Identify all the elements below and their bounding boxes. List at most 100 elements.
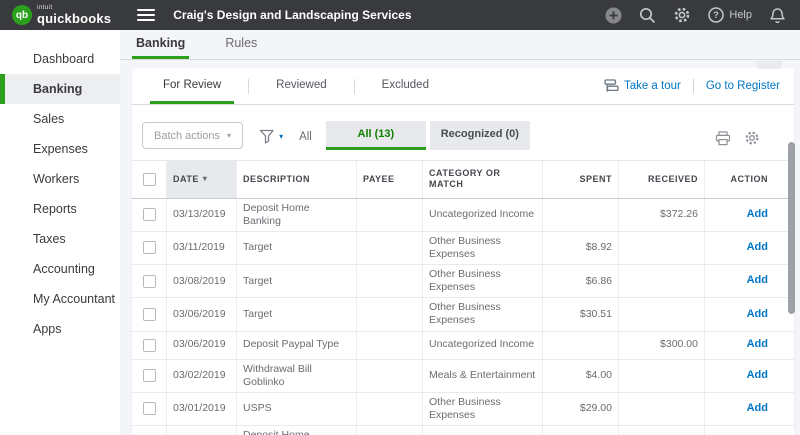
- take-a-tour-link[interactable]: Take a tour: [604, 79, 681, 93]
- row-action-cell: Add: [704, 198, 794, 231]
- row-received: $372.26: [618, 198, 704, 231]
- table-row[interactable]: 03/08/2019 Target Other Business Expense…: [132, 265, 794, 299]
- table-row[interactable]: 03/11/2019 Target Other Business Expense…: [132, 231, 794, 265]
- row-add-link[interactable]: Add: [747, 402, 768, 416]
- row-checkbox[interactable]: [142, 274, 156, 288]
- header-date[interactable]: DATE ▾: [166, 161, 236, 198]
- qb-logo-icon: qb: [12, 5, 32, 25]
- tour-signpost-icon: [604, 79, 619, 92]
- go-to-register-label: Go to Register: [705, 80, 780, 92]
- quickbooks-wordmark: quickbooks: [37, 11, 112, 26]
- tab-rules[interactable]: Rules: [221, 30, 261, 59]
- sidebar-item-my-accountant[interactable]: My Accountant: [0, 284, 120, 314]
- tab-all[interactable]: All (13): [325, 121, 426, 150]
- row-payee: [356, 359, 422, 392]
- sidebar-item-sales[interactable]: Sales: [0, 104, 120, 134]
- printer-icon: [715, 130, 731, 145]
- company-name: Craig's Design and Landscaping Services: [173, 8, 412, 22]
- table-row[interactable]: 03/06/2019 Deposit Paypal Type Uncategor…: [132, 331, 794, 360]
- row-checkbox[interactable]: [142, 369, 156, 383]
- sidebar-item-label: My Accountant: [33, 292, 115, 306]
- sidebar-item-expenses[interactable]: Expenses: [0, 134, 120, 164]
- table-row[interactable]: 03/01/2019 Deposit Home Banking Uncatego…: [132, 426, 794, 435]
- tab-reviewed[interactable]: Reviewed: [263, 68, 340, 104]
- main-content: Banking Rules For Review Reviewed Exclud…: [120, 30, 800, 435]
- tab-divider: [353, 78, 355, 94]
- filter-scope-label: All: [299, 131, 312, 143]
- row-action-cell: Add: [704, 426, 794, 435]
- row-add-link[interactable]: Add: [747, 369, 768, 383]
- filter-chevron-down-icon: ▾: [279, 131, 284, 141]
- tab-recognized[interactable]: Recognized (0): [429, 121, 530, 150]
- row-received: $300.00: [618, 331, 704, 359]
- row-received: [618, 392, 704, 425]
- sidebar-item-workers[interactable]: Workers: [0, 164, 120, 194]
- row-payee: [356, 426, 422, 435]
- sidebar-item-label: Apps: [33, 322, 62, 336]
- row-date: 03/01/2019: [166, 392, 236, 425]
- batch-actions-button[interactable]: Batch actions ▾: [142, 122, 244, 149]
- sidebar-item-apps[interactable]: Apps: [0, 314, 120, 344]
- row-description: Target: [236, 298, 356, 331]
- take-a-tour-label: Take a tour: [623, 80, 681, 92]
- sidebar-item-label: Dashboard: [33, 52, 95, 66]
- filter-button[interactable]: ▾: [259, 129, 283, 144]
- print-button[interactable]: [715, 130, 731, 146]
- tab-for-review[interactable]: For Review: [150, 68, 235, 104]
- sidebar-item-accounting[interactable]: Accounting: [0, 254, 120, 284]
- row-description: USPS: [236, 392, 356, 425]
- row-spent: [542, 331, 618, 359]
- help-button[interactable]: ? Help: [708, 7, 752, 23]
- tab-excluded[interactable]: Excluded: [369, 68, 442, 104]
- row-category: Uncategorized Income: [422, 198, 542, 231]
- row-action-cell: Add: [704, 231, 794, 264]
- row-add-link[interactable]: Add: [747, 308, 768, 322]
- svg-text:?: ?: [714, 10, 720, 20]
- help-label: Help: [729, 9, 752, 21]
- vertical-scrollbar-thumb[interactable]: [788, 142, 795, 314]
- row-checkbox[interactable]: [142, 338, 156, 352]
- row-category: Other Business Expenses: [422, 231, 542, 264]
- table-settings-button[interactable]: [744, 130, 760, 146]
- select-all-checkbox[interactable]: [142, 172, 156, 186]
- row-date: 03/08/2019: [166, 265, 236, 298]
- go-to-register-link[interactable]: Go to Register: [706, 80, 780, 92]
- row-description: Target: [236, 265, 356, 298]
- row-add-link[interactable]: Add: [747, 338, 768, 352]
- table-row[interactable]: 03/13/2019 Deposit Home Banking Uncatego…: [132, 198, 794, 232]
- table-header-row: DATE ▾ DESCRIPTION PAYEE CATEGORY OR MAT…: [132, 161, 794, 199]
- row-date: 03/13/2019: [166, 198, 236, 231]
- row-payee: [356, 298, 422, 331]
- row-checkbox[interactable]: [142, 208, 156, 222]
- row-checkbox[interactable]: [142, 307, 156, 321]
- tab-banking[interactable]: Banking: [132, 30, 190, 59]
- sidebar-item-banking[interactable]: Banking: [0, 74, 120, 104]
- row-received: $5.00: [618, 426, 704, 435]
- transactions-table: DATE ▾ DESCRIPTION PAYEE CATEGORY OR MAT…: [132, 160, 794, 435]
- row-add-link[interactable]: Add: [747, 274, 768, 288]
- row-add-link[interactable]: Add: [747, 241, 768, 255]
- sidebar-item-dashboard[interactable]: Dashboard: [0, 44, 120, 74]
- header-received: RECEIVED: [618, 161, 704, 198]
- table-row[interactable]: 03/01/2019 USPS Other Business Expenses …: [132, 392, 794, 426]
- row-checkbox[interactable]: [142, 402, 156, 416]
- settings-button[interactable]: [673, 6, 691, 24]
- result-filter-tabs: All (13) Recognized (0): [325, 121, 530, 150]
- row-checkbox[interactable]: [142, 241, 156, 255]
- filter-funnel-icon: [259, 129, 274, 144]
- row-description: Deposit Home Banking: [236, 198, 356, 231]
- create-plus-button[interactable]: [605, 7, 622, 24]
- table-row[interactable]: 03/02/2019 Withdrawal Bill Goblinko Meal…: [132, 359, 794, 393]
- sort-descending-icon: ▾: [202, 174, 208, 184]
- sidebar-item-label: Accounting: [33, 262, 95, 276]
- sidebar-item-reports[interactable]: Reports: [0, 194, 120, 224]
- row-category: Other Business Expenses: [422, 298, 542, 331]
- row-add-link[interactable]: Add: [747, 208, 768, 222]
- search-button[interactable]: [639, 7, 656, 24]
- hamburger-menu-button[interactable]: [137, 9, 156, 21]
- sidebar-item-taxes[interactable]: Taxes: [0, 224, 120, 254]
- batch-actions-label: Batch actions: [154, 129, 221, 142]
- notifications-button[interactable]: [769, 7, 786, 24]
- table-row[interactable]: 03/06/2019 Target Other Business Expense…: [132, 298, 794, 332]
- row-checkbox-cell: [132, 232, 166, 264]
